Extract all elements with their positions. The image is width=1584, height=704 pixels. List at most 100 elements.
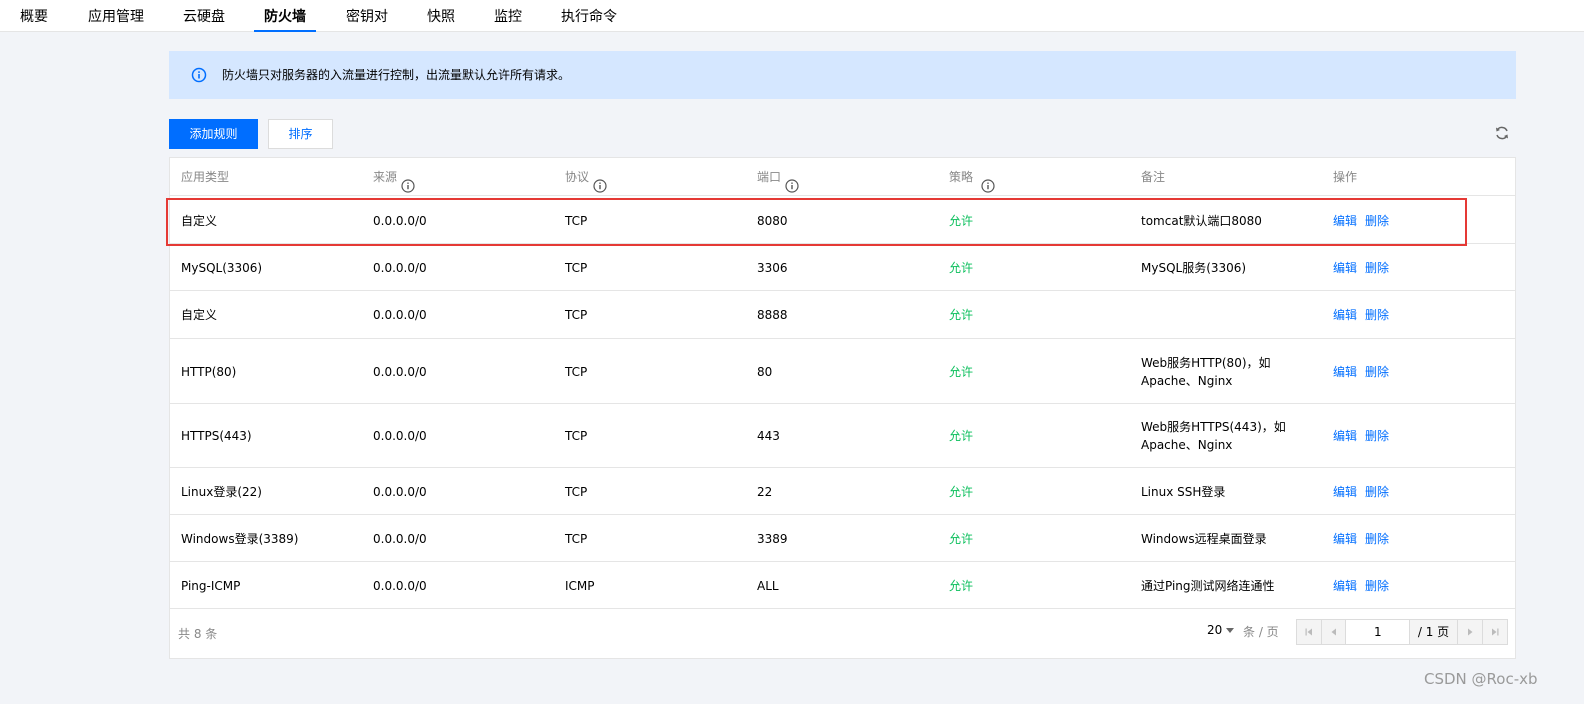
- sort-button[interactable]: 排序: [268, 119, 333, 149]
- cell-note: Web服务HTTPS(443)，如Apache、Nginx: [1141, 404, 1321, 468]
- firewall-rules-table: 应用类型 来源 协议 端口 策略 备注 操作 自定义 0.0.0.0/0 TCP 80…: [169, 157, 1516, 659]
- cell-app-type-text: Ping-ICMP: [181, 578, 241, 593]
- info-circle-icon: [191, 67, 207, 83]
- edit-link[interactable]: 编辑: [1333, 259, 1357, 277]
- prev-page-icon[interactable]: [1321, 620, 1347, 644]
- cell-note: Linux SSH登录: [1141, 468, 1321, 515]
- edit-link[interactable]: 编辑: [1333, 306, 1357, 324]
- cell-policy-text: 允许: [949, 213, 974, 228]
- watermark: CSDN @Roc-xb: [1424, 670, 1538, 688]
- header-note: 备注: [1141, 170, 1166, 184]
- cell-protocol: TCP: [565, 339, 745, 404]
- tab-firewall[interactable]: 防火墙: [254, 0, 316, 32]
- table-row: Windows登录(3389) 0.0.0.0/0 TCP 3389 允许 Windows…: [170, 515, 1515, 562]
- delete-link[interactable]: 删除: [1365, 259, 1389, 277]
- table-row: HTTPS(443) 0.0.0.0/0 TCP 443 允许 Web服务HTTPS(44…: [170, 404, 1515, 468]
- page-size-select[interactable]: 20: [1207, 623, 1238, 637]
- cell-port-text: 8888: [757, 308, 788, 322]
- cell-port-text: 3306: [757, 260, 788, 275]
- cell-port: 8080: [757, 197, 937, 244]
- cell-port: 22: [757, 468, 937, 515]
- cell-policy: 允许: [949, 404, 1129, 468]
- cell-actions: 编辑 删除: [1333, 562, 1513, 609]
- edit-link[interactable]: 编辑: [1333, 530, 1357, 548]
- delete-link[interactable]: 删除: [1365, 577, 1389, 595]
- table-header: 应用类型 来源 协议 端口 策略 备注 操作: [170, 158, 1515, 196]
- cell-app-type: Ping-ICMP: [181, 562, 361, 609]
- cell-protocol-text: TCP: [565, 364, 588, 379]
- edit-link[interactable]: 编辑: [1333, 483, 1357, 501]
- cell-policy-text: 允许: [949, 364, 974, 379]
- header-actions: 操作: [1333, 170, 1358, 184]
- delete-link[interactable]: 删除: [1365, 306, 1389, 324]
- cell-protocol-text: TCP: [565, 429, 588, 443]
- page-number-input[interactable]: [1346, 620, 1411, 644]
- cell-source-text: 0.0.0.0/0: [373, 308, 427, 322]
- cell-source: 0.0.0.0/0: [373, 515, 553, 562]
- delete-link[interactable]: 删除: [1365, 483, 1389, 501]
- chevron-down-icon: [1226, 628, 1235, 633]
- cell-protocol: TCP: [565, 404, 745, 468]
- delete-link[interactable]: 删除: [1365, 363, 1389, 381]
- cell-policy-text: 允许: [949, 429, 974, 443]
- next-page-icon[interactable]: [1457, 620, 1483, 644]
- edit-link[interactable]: 编辑: [1333, 363, 1357, 381]
- cell-app-type: MySQL(3306): [181, 244, 361, 291]
- cell-note-text: tomcat默认端口8080: [1141, 213, 1262, 228]
- cell-source: 0.0.0.0/0: [373, 339, 553, 404]
- tab-app-management[interactable]: 应用管理: [88, 0, 144, 32]
- cell-port: 3306: [757, 244, 937, 291]
- tab-cloud-disk[interactable]: 云硬盘: [183, 0, 225, 32]
- cell-actions: 编辑 删除: [1333, 339, 1513, 404]
- cell-app-type-text: Windows登录(3389): [181, 531, 299, 546]
- cell-port: ALL: [757, 562, 937, 609]
- cell-note: Windows远程桌面登录: [1141, 515, 1321, 562]
- cell-source-text: 0.0.0.0/0: [373, 578, 427, 593]
- table-row: Ping-ICMP 0.0.0.0/0 ICMP ALL 允许 通过Ping测试网络连通性…: [170, 562, 1515, 609]
- cell-protocol-text: TCP: [565, 531, 588, 546]
- cell-app-type-text: 自定义: [181, 308, 218, 322]
- edit-link[interactable]: 编辑: [1333, 427, 1357, 445]
- cell-protocol-text: ICMP: [565, 578, 595, 593]
- cell-source-text: 0.0.0.0/0: [373, 484, 427, 499]
- cell-source: 0.0.0.0/0: [373, 562, 553, 609]
- info-notice: 防火墙只对服务器的入流量进行控制，出流量默认允许所有请求。: [169, 51, 1516, 99]
- cell-actions: 编辑 删除: [1333, 515, 1513, 562]
- tab-monitor[interactable]: 监控: [494, 0, 522, 32]
- edit-link[interactable]: 编辑: [1333, 577, 1357, 595]
- cell-app-type: HTTPS(443): [181, 404, 361, 468]
- cell-app-type: HTTP(80): [181, 339, 361, 404]
- info-icon[interactable]: [593, 170, 607, 193]
- last-page-icon[interactable]: [1482, 620, 1508, 644]
- first-page-icon[interactable]: [1297, 620, 1322, 644]
- cell-actions: 编辑 删除: [1333, 468, 1513, 515]
- delete-link[interactable]: 删除: [1365, 212, 1389, 230]
- add-rule-button[interactable]: 添加规则: [169, 119, 258, 149]
- info-icon[interactable]: [981, 170, 995, 193]
- cell-policy-text: 允许: [949, 308, 974, 322]
- cell-policy: 允许: [949, 515, 1129, 562]
- cell-note-text: Web服务HTTPS(443)，如Apache、Nginx: [1141, 420, 1286, 452]
- tab-run-command[interactable]: 执行命令: [561, 0, 617, 32]
- refresh-icon[interactable]: [1494, 125, 1510, 141]
- cell-note-text: Web服务HTTP(80)，如Apache、Nginx: [1141, 355, 1271, 388]
- tab-overview[interactable]: 概要: [20, 0, 48, 32]
- cell-policy: 允许: [949, 197, 1129, 244]
- cell-protocol-text: TCP: [565, 213, 588, 228]
- cell-note: MySQL服务(3306): [1141, 244, 1321, 291]
- edit-link[interactable]: 编辑: [1333, 212, 1357, 230]
- info-icon[interactable]: [401, 170, 415, 193]
- delete-link[interactable]: 删除: [1365, 530, 1389, 548]
- table-row: Linux登录(22) 0.0.0.0/0 TCP 22 允许 Linux SSH登录 编辑…: [170, 468, 1515, 515]
- delete-link[interactable]: 删除: [1365, 427, 1389, 445]
- cell-policy-text: 允许: [949, 260, 974, 275]
- tab-snapshot[interactable]: 快照: [427, 0, 455, 32]
- cell-policy: 允许: [949, 291, 1129, 339]
- cell-note-text: Linux SSH登录: [1141, 484, 1226, 499]
- cell-protocol: ICMP: [565, 562, 745, 609]
- cell-source-text: 0.0.0.0/0: [373, 260, 427, 275]
- table-row: HTTP(80) 0.0.0.0/0 TCP 80 允许 Web服务HTTP(80)，如A…: [170, 339, 1515, 404]
- tab-key-pair[interactable]: 密钥对: [346, 0, 388, 32]
- cell-port-text: ALL: [757, 578, 779, 593]
- info-icon[interactable]: [785, 170, 799, 193]
